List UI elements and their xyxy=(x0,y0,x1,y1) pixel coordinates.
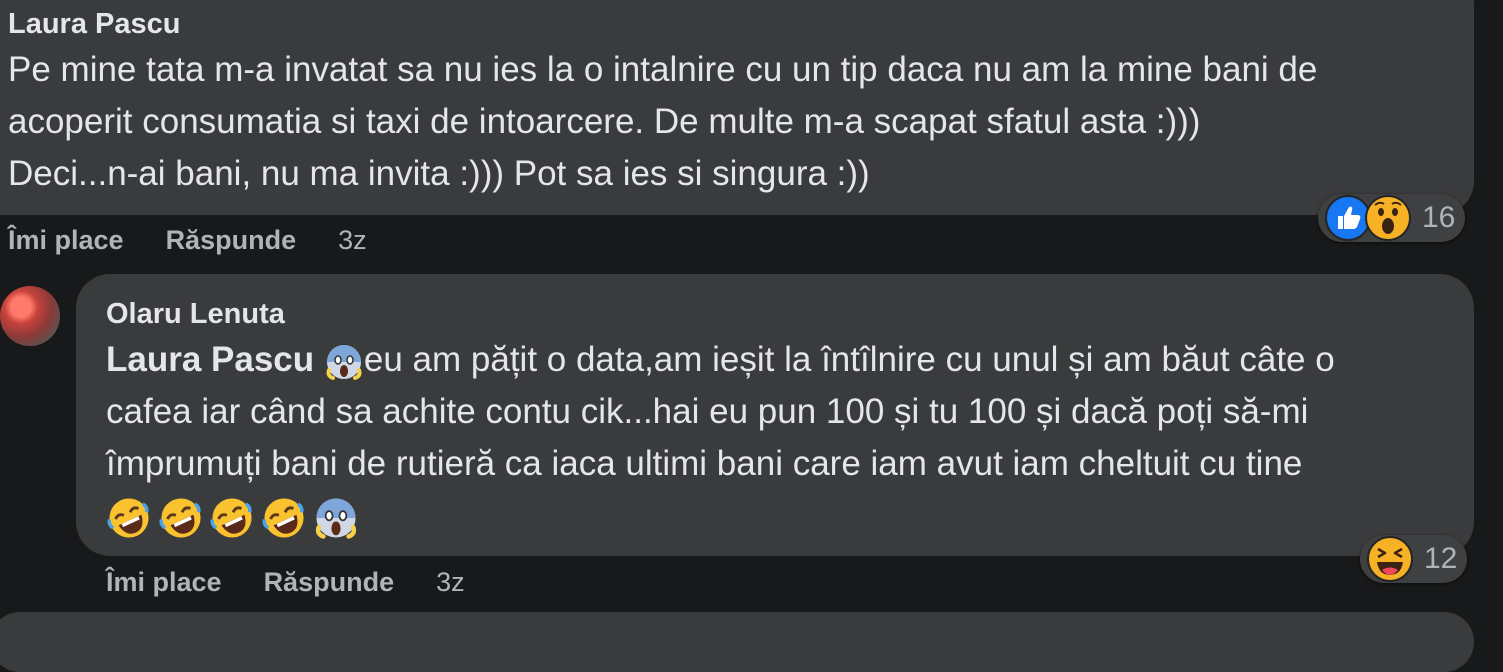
comment-text-line: acoperit consumatia si taxi de intoarcer… xyxy=(8,102,1201,141)
like-button[interactable]: Îmi place xyxy=(8,225,124,256)
comment-bubble xyxy=(0,612,1474,672)
comment-author[interactable]: Olaru Lenuta xyxy=(106,298,285,331)
wow-icon xyxy=(1365,195,1411,241)
scream-emoji xyxy=(315,498,357,539)
comment-text-line: cafea iar când sa achite contu cik...hai… xyxy=(106,392,1309,431)
comment-text-line: Pe mine tata m-a invatat sa nu ies la o … xyxy=(8,50,1318,89)
reply-button[interactable]: Răspunde xyxy=(166,225,297,256)
comment-author[interactable]: Laura Pascu xyxy=(8,8,180,41)
reply-button[interactable]: Răspunde xyxy=(264,567,395,598)
reaction-count: 16 xyxy=(1422,201,1456,234)
comment-time[interactable]: 3z xyxy=(338,225,367,256)
avatar[interactable] xyxy=(0,286,60,346)
scream-emoji xyxy=(326,344,362,380)
haha-icon xyxy=(1367,536,1413,582)
comment-time[interactable]: 3z xyxy=(436,567,465,598)
comment-actions: Îmi place Răspunde 3z xyxy=(8,225,367,256)
reaction-summary[interactable]: 12 xyxy=(1360,535,1468,583)
comment-actions: Îmi place Răspunde 3z xyxy=(106,567,465,598)
reaction-summary[interactable]: 16 xyxy=(1318,194,1466,242)
comment-text-line: împrumuți bani de rutieră ca iaca ultimi… xyxy=(106,444,1303,483)
rofl-emoji xyxy=(210,498,253,538)
rofl-emoji xyxy=(262,498,304,538)
comment-text-line: Deci...n-ai bani, nu ma invita :))) Pot … xyxy=(8,154,870,193)
comment-text-line: Laura Pascu eu am pățit o data,am ieșit … xyxy=(106,334,1335,386)
like-button[interactable]: Îmi place xyxy=(106,567,222,598)
comment-text: eu am pățit o data,am ieșit la întîlnire… xyxy=(363,340,1335,379)
rofl-emoji xyxy=(107,498,149,538)
mention-link[interactable]: Laura Pascu xyxy=(106,340,314,379)
emoji-row xyxy=(106,490,359,542)
rofl-emoji xyxy=(159,498,201,538)
reaction-count: 12 xyxy=(1424,542,1458,575)
